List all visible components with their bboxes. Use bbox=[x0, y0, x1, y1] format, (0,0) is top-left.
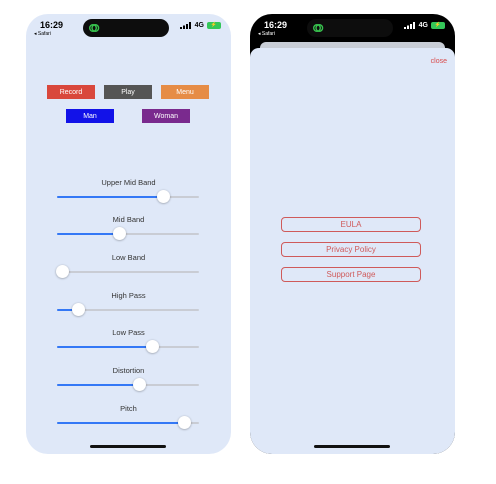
slider-fill bbox=[57, 196, 164, 198]
slider-track[interactable] bbox=[57, 378, 199, 391]
home-indicator bbox=[90, 445, 166, 448]
phone-screen-main: 16:29 ◂ Safari 4G ⚡ Record Play Menu Man… bbox=[26, 14, 231, 454]
battery-icon: ⚡ bbox=[431, 22, 445, 29]
slider-track[interactable] bbox=[57, 340, 199, 353]
privacy-policy-button[interactable]: Privacy Policy bbox=[281, 242, 421, 257]
signal-icon bbox=[403, 22, 415, 29]
slider-label: Distortion bbox=[112, 366, 145, 375]
slider-label: High Pass bbox=[111, 291, 146, 300]
slider-label: Pitch bbox=[120, 404, 137, 413]
slider-label: Low Band bbox=[111, 253, 146, 262]
dynamic-island bbox=[83, 19, 169, 37]
slider-track[interactable] bbox=[57, 190, 199, 203]
slider-fill bbox=[57, 384, 140, 386]
battery-icon: ⚡ bbox=[207, 22, 221, 29]
link-app-icon bbox=[89, 24, 100, 32]
dynamic-island bbox=[307, 19, 393, 37]
status-indicators: 4G ⚡ bbox=[179, 22, 221, 29]
slider-fill bbox=[57, 422, 185, 424]
slider-track[interactable] bbox=[57, 227, 199, 240]
slider-track[interactable] bbox=[57, 416, 199, 429]
home-indicator bbox=[314, 445, 390, 448]
slider-thumb[interactable] bbox=[178, 416, 192, 429]
slider-fill bbox=[57, 346, 153, 348]
menu-button[interactable]: Menu bbox=[161, 85, 209, 99]
status-indicators: 4G ⚡ bbox=[403, 22, 445, 29]
back-to-safari-link[interactable]: ◂ Safari bbox=[34, 31, 51, 37]
slider-fill bbox=[57, 233, 120, 235]
slider-thumb[interactable] bbox=[132, 378, 146, 391]
play-button[interactable]: Play bbox=[104, 85, 152, 99]
status-time: 16:29 bbox=[40, 20, 64, 30]
man-voice-button[interactable]: Man bbox=[66, 109, 114, 123]
status-bar: 16:29 ◂ Safari 4G ⚡ bbox=[26, 14, 231, 48]
close-button[interactable]: close bbox=[431, 58, 447, 65]
slider-track[interactable] bbox=[57, 303, 199, 316]
slider-thumb[interactable] bbox=[157, 190, 170, 203]
link-app-icon bbox=[313, 24, 324, 32]
slider-thumb[interactable] bbox=[145, 340, 159, 353]
network-label: 4G bbox=[194, 22, 204, 29]
slider-thumb[interactable] bbox=[112, 227, 126, 240]
back-to-safari-link[interactable]: ◂ Safari bbox=[258, 31, 275, 37]
slider-label: Mid Band bbox=[112, 215, 145, 224]
woman-voice-button[interactable]: Woman bbox=[142, 109, 190, 123]
record-button[interactable]: Record bbox=[47, 85, 95, 99]
support-page-button[interactable]: Support Page bbox=[281, 267, 421, 282]
status-time: 16:29 bbox=[264, 20, 288, 30]
eula-button[interactable]: EULA bbox=[281, 217, 421, 232]
slider-track[interactable] bbox=[56, 265, 199, 278]
menu-sheet: close EULA Privacy Policy Support Page bbox=[250, 48, 455, 454]
phone-screen-menu: 16:29 ◂ Safari 4G ⚡ close EULA Privacy P… bbox=[250, 14, 455, 454]
network-label: 4G bbox=[418, 22, 428, 29]
slider-label: Low Pass bbox=[112, 328, 145, 337]
slider-thumb[interactable] bbox=[71, 303, 85, 316]
slider-thumb[interactable] bbox=[56, 265, 70, 278]
slider-label: Upper Mid Band bbox=[101, 178, 156, 187]
signal-icon bbox=[179, 22, 191, 29]
